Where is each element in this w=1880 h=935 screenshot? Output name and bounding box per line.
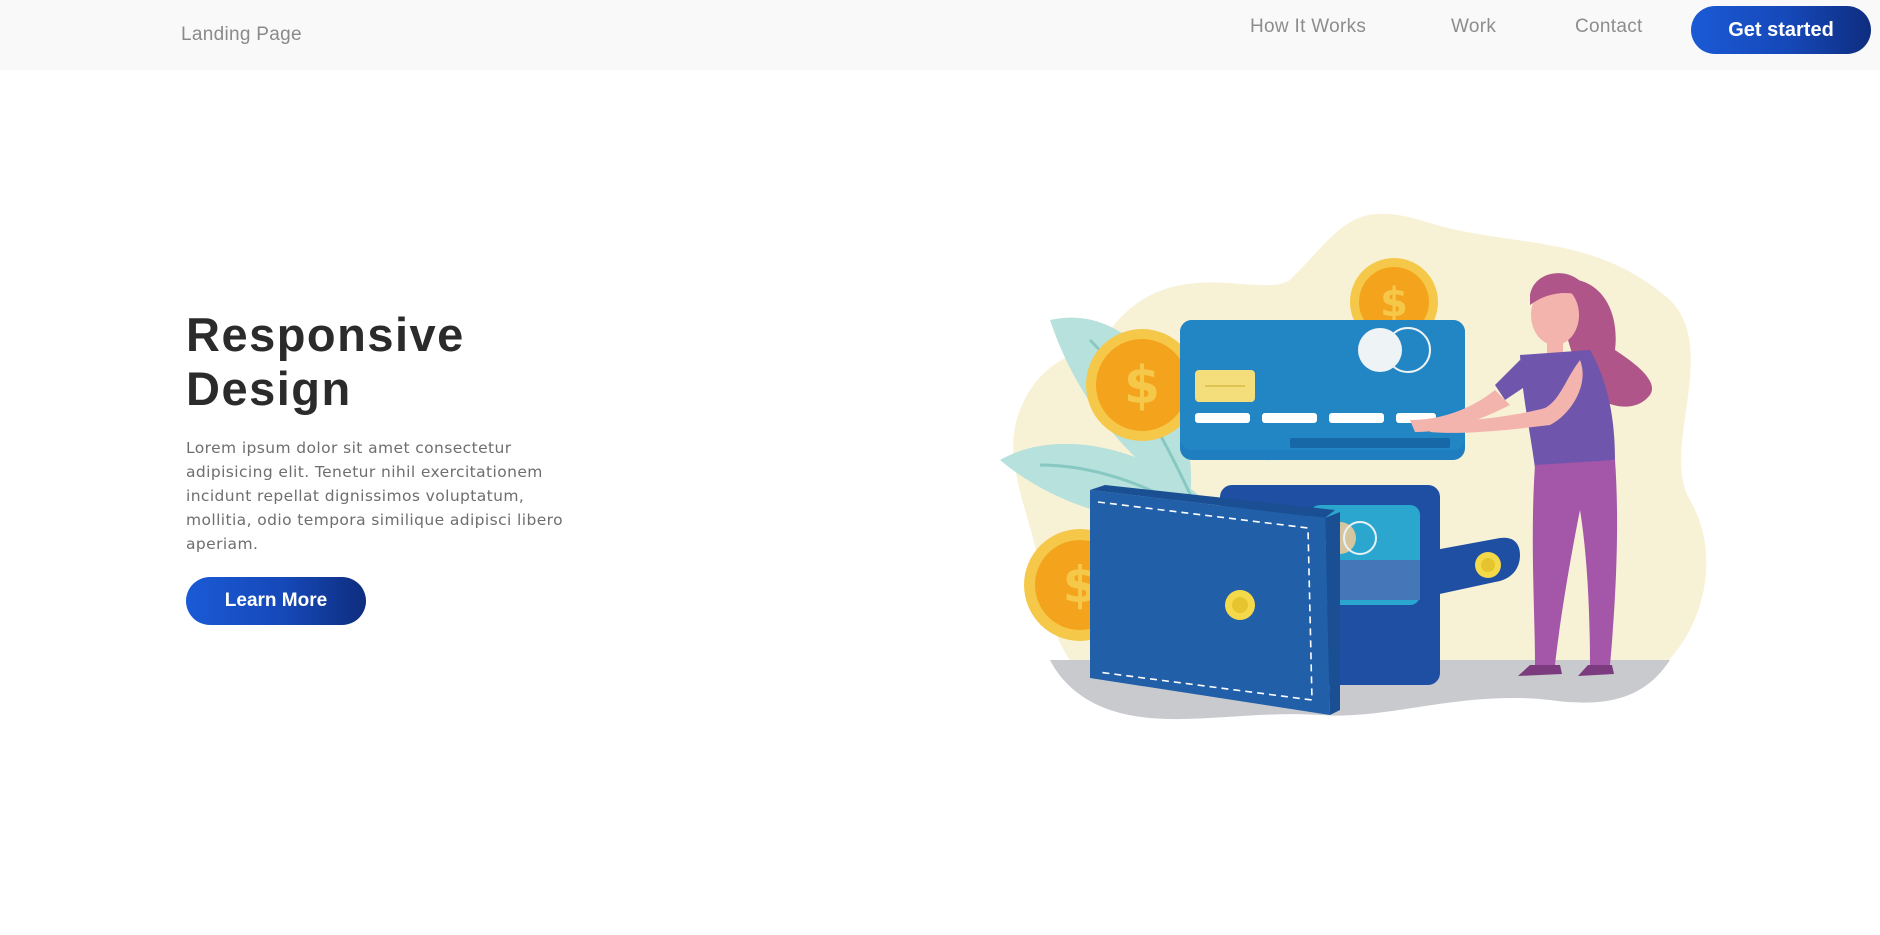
- nav-link-how-it-works[interactable]: How It Works: [1250, 16, 1366, 38]
- nav-link-work[interactable]: Work: [1451, 16, 1496, 38]
- credit-card-icon: [1180, 320, 1465, 460]
- learn-more-button[interactable]: Learn More: [186, 577, 366, 625]
- svg-text:$: $: [1380, 280, 1408, 326]
- svg-text:$: $: [1124, 356, 1160, 416]
- nav-link-contact[interactable]: Contact: [1575, 16, 1643, 38]
- hero-description: Lorem ipsum dolor sit amet consectetur a…: [186, 439, 563, 553]
- navbar: Landing Page How It Works Work Contact G…: [0, 0, 1880, 70]
- hero-title: Responsive Design: [186, 308, 465, 415]
- get-started-button[interactable]: Get started: [1691, 6, 1871, 54]
- hero-illustration: $ $ $: [1000, 213, 1707, 720]
- brand-link[interactable]: Landing Page: [181, 24, 302, 46]
